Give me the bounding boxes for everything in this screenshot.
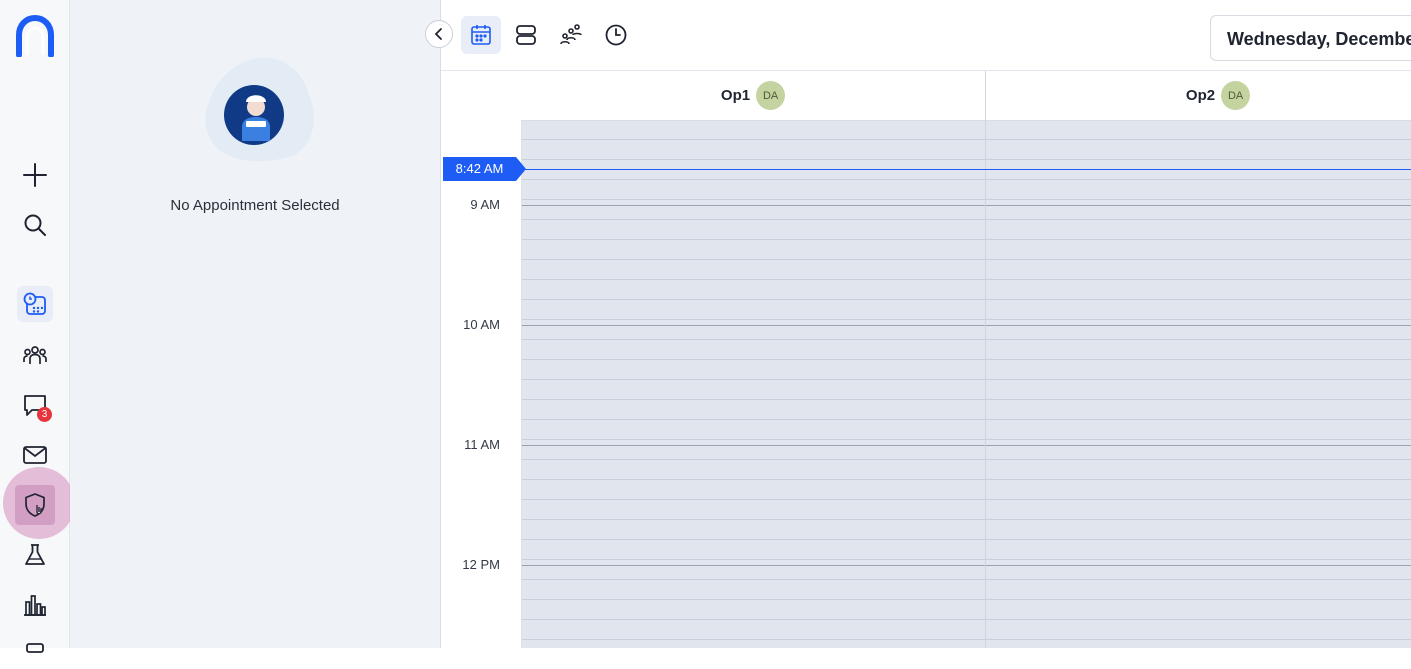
shield-icon (25, 493, 45, 517)
bar-chart-icon (24, 595, 46, 616)
hour-line (521, 205, 1411, 206)
hour-line (521, 565, 1411, 566)
printer-icon (26, 643, 44, 653)
date-picker[interactable]: Wednesday, December (1210, 15, 1411, 61)
current-time-line (521, 169, 1411, 170)
people-icon (23, 346, 47, 364)
calendar-view-button[interactable] (461, 16, 501, 54)
rows-icon (516, 25, 536, 45)
search-icon (24, 214, 46, 236)
time-label-11am: 11 AM (464, 437, 500, 452)
time-label-12pm: 12 PM (462, 557, 500, 572)
provider-view-button[interactable] (551, 16, 591, 54)
empty-state-text: No Appointment Selected (170, 197, 340, 214)
patients-button[interactable] (17, 337, 53, 373)
column-header-op2[interactable]: Op2 DA (986, 71, 1411, 121)
calendar-icon (471, 25, 491, 45)
column-header-op1[interactable]: Op1 DA (521, 71, 985, 121)
column-name: Op1 (720, 87, 751, 104)
current-time-indicator: 8:42 AM (443, 157, 526, 181)
insurance-button[interactable] (17, 487, 53, 523)
calendar-clock-icon (23, 292, 46, 315)
group-icon (560, 24, 582, 45)
collapse-panel-button[interactable] (425, 20, 453, 48)
search-button[interactable] (17, 207, 53, 243)
provider-avatar: DA (1221, 81, 1251, 110)
messages-button[interactable]: 3 (17, 387, 53, 423)
empty-state-illustration (205, 57, 314, 162)
schedule-toolbar: Wednesday, December (425, 0, 1411, 71)
new-button[interactable] (17, 157, 53, 193)
time-label-9am: 9 AM (470, 197, 500, 212)
reports-button[interactable] (17, 587, 53, 623)
list-view-button[interactable] (506, 16, 546, 54)
more-button[interactable] (17, 633, 53, 669)
plus-icon (23, 163, 47, 187)
column-name: Op2 (1185, 87, 1216, 104)
provider-avatar: DA (756, 81, 786, 110)
chevron-left-icon (434, 28, 442, 40)
lab-button[interactable] (17, 537, 53, 573)
app-logo[interactable] (15, 15, 55, 57)
schedule-button[interactable] (17, 286, 53, 322)
hour-line (521, 325, 1411, 326)
unread-badge: 3 (37, 407, 52, 422)
appointment-panel: No Appointment Selected (70, 0, 441, 648)
mail-button[interactable] (17, 437, 53, 473)
time-label-10am: 10 AM (463, 317, 500, 332)
clock-icon (605, 24, 627, 46)
nav-rail: 3 (0, 0, 75, 653)
schedule-grid[interactable] (521, 120, 1411, 648)
flask-icon (25, 544, 45, 565)
column-divider (985, 71, 986, 648)
hour-line (521, 445, 1411, 446)
mail-icon (23, 446, 47, 464)
history-view-button[interactable] (596, 16, 636, 54)
